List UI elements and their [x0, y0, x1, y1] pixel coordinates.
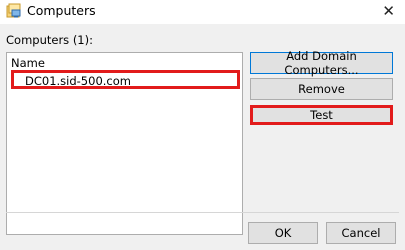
list-item[interactable]: DC01.sid-500.com	[11, 70, 240, 89]
ok-button[interactable]: OK	[248, 222, 318, 244]
title-bar: Computers ✕	[0, 0, 405, 24]
divider	[6, 212, 399, 213]
window-title: Computers	[27, 3, 96, 18]
test-button[interactable]: Test	[250, 105, 393, 125]
computers-list[interactable]: Name DC01.sid-500.com	[6, 52, 243, 235]
remove-button[interactable]: Remove	[250, 78, 393, 100]
computers-app-icon	[6, 3, 22, 19]
dialog-body: Computers (1): Name DC01.sid-500.com Add…	[0, 24, 405, 250]
close-icon[interactable]: ✕	[382, 2, 395, 20]
computer-name: DC01.sid-500.com	[25, 74, 131, 88]
cancel-button[interactable]: Cancel	[326, 222, 396, 244]
add-domain-computers-button[interactable]: Add Domain Computers...	[250, 49, 393, 77]
column-header-name[interactable]: Name	[11, 56, 45, 70]
computers-list-label: Computers (1):	[6, 33, 93, 47]
